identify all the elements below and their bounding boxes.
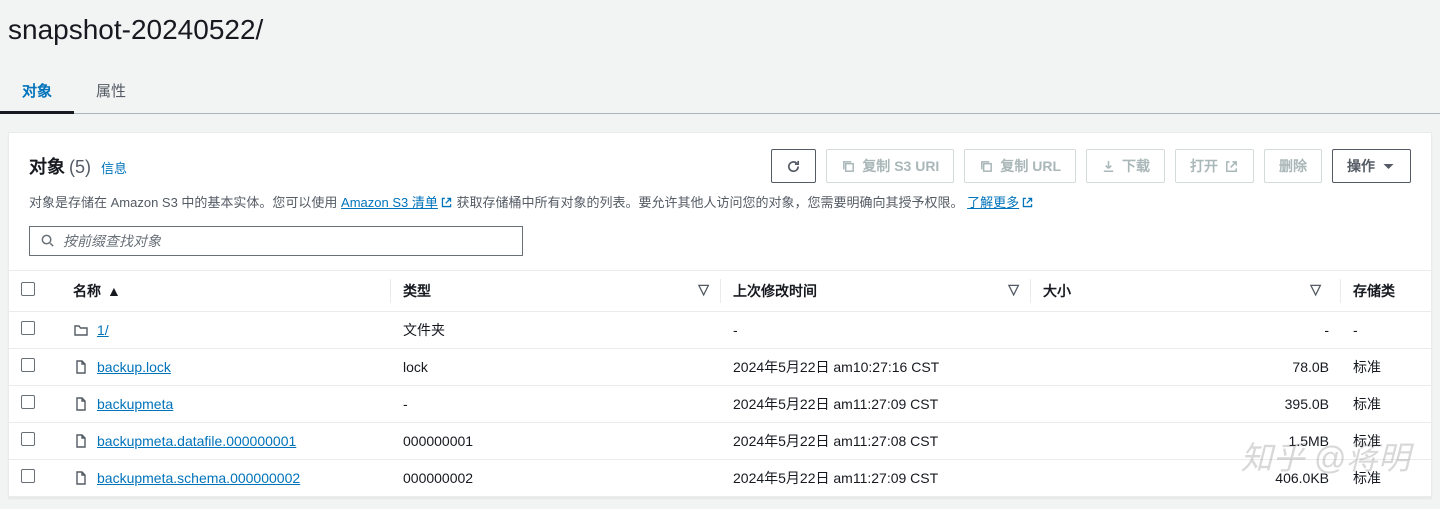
download-icon: [1101, 159, 1116, 174]
actions-button[interactable]: 操作: [1332, 149, 1411, 183]
select-all-checkbox[interactable]: [21, 282, 35, 296]
object-link[interactable]: 1/: [97, 322, 109, 338]
table-row: backupmeta.datafile.000000001 00000000120…: [9, 422, 1431, 459]
cell-size: 78.0B: [1031, 348, 1341, 385]
page-title: snapshot-20240522/: [0, 0, 1440, 52]
s3-inventory-link[interactable]: Amazon S3 清单: [341, 195, 453, 210]
col-type[interactable]: 类型▽: [391, 270, 721, 311]
open-button[interactable]: 打开: [1175, 149, 1254, 183]
cell-modified: 2024年5月22日 am11:27:08 CST: [721, 422, 1031, 459]
caret-down-icon: [1381, 159, 1396, 174]
toolbar: 复制 S3 URI 复制 URL 下载 打开 删除 操作: [771, 149, 1411, 183]
cell-modified: 2024年5月22日 am11:27:09 CST: [721, 459, 1031, 496]
panel-title: 对象 (5) 信息: [29, 153, 127, 179]
tab-bar: 对象 属性: [0, 70, 1440, 114]
table-row: backupmeta -2024年5月22日 am11:27:09 CST395.…: [9, 385, 1431, 422]
row-checkbox[interactable]: [21, 321, 35, 335]
cell-modified: 2024年5月22日 am11:27:09 CST: [721, 385, 1031, 422]
search-icon: [40, 233, 55, 248]
cell-storage: -: [1341, 311, 1431, 348]
cell-size: 1.5MB: [1031, 422, 1341, 459]
desc-text-1: 对象是存储在 Amazon S3 中的基本实体。您可以使用: [29, 195, 341, 210]
delete-label: 删除: [1279, 156, 1307, 176]
table-row: 1/文件夹---: [9, 311, 1431, 348]
col-size[interactable]: ▽大小: [1031, 270, 1341, 311]
cell-type: 000000002: [391, 459, 721, 496]
refresh-button[interactable]: [771, 149, 816, 183]
external-icon: [1021, 196, 1034, 209]
filter-icon[interactable]: ▽: [1310, 281, 1321, 297]
cell-storage: 标准: [1341, 385, 1431, 422]
panel-description: 对象是存储在 Amazon S3 中的基本实体。您可以使用 Amazon S3 …: [9, 189, 1431, 226]
sort-asc-icon: ▲: [107, 283, 121, 299]
cell-storage: 标准: [1341, 348, 1431, 385]
folder-icon: [73, 322, 89, 338]
file-icon: [73, 470, 89, 486]
objects-table: 名称▲ 类型▽ 上次修改时间▽ ▽大小 存储类 1/文件夹---backup.l…: [9, 270, 1431, 497]
table-row: backup.lock lock2024年5月22日 am10:27:16 CST…: [9, 348, 1431, 385]
search-input[interactable]: [63, 233, 512, 249]
row-checkbox[interactable]: [21, 432, 35, 446]
cell-modified: -: [721, 311, 1031, 348]
cell-storage: 标准: [1341, 422, 1431, 459]
cell-size: 406.0KB: [1031, 459, 1341, 496]
search-box[interactable]: [29, 226, 523, 256]
copy-s3-label: 复制 S3 URI: [862, 156, 939, 176]
copy-icon: [841, 159, 856, 174]
copy-icon: [979, 159, 994, 174]
filter-icon[interactable]: ▽: [1008, 281, 1019, 298]
col-modified[interactable]: 上次修改时间▽: [721, 270, 1031, 311]
desc-text-2: 获取存储桶中所有对象的列表。要允许其他人访问您的对象，您需要明确向其授予权限。: [457, 195, 964, 210]
refresh-icon: [786, 159, 801, 174]
external-icon: [440, 196, 453, 209]
cell-modified: 2024年5月22日 am10:27:16 CST: [721, 348, 1031, 385]
col-name[interactable]: 名称▲: [61, 270, 391, 311]
cell-type: 000000001: [391, 422, 721, 459]
info-link[interactable]: 信息: [101, 158, 127, 177]
row-checkbox[interactable]: [21, 469, 35, 483]
cell-type: 文件夹: [391, 311, 721, 348]
cell-type: lock: [391, 348, 721, 385]
file-icon: [73, 359, 89, 375]
cell-size: -: [1031, 311, 1341, 348]
open-label: 打开: [1190, 156, 1218, 176]
row-checkbox[interactable]: [21, 358, 35, 372]
object-link[interactable]: backupmeta.schema.000000002: [97, 470, 300, 486]
cell-storage: 标准: [1341, 459, 1431, 496]
object-link[interactable]: backupmeta: [97, 396, 173, 412]
download-button[interactable]: 下载: [1086, 149, 1165, 183]
file-icon: [73, 433, 89, 449]
copy-url-button[interactable]: 复制 URL: [964, 149, 1076, 183]
filter-icon[interactable]: ▽: [698, 281, 709, 298]
file-icon: [73, 396, 89, 412]
copy-s3-uri-button[interactable]: 复制 S3 URI: [826, 149, 954, 183]
download-label: 下载: [1122, 156, 1150, 176]
tab-properties[interactable]: 属性: [74, 70, 148, 113]
copy-url-label: 复制 URL: [1000, 156, 1061, 176]
row-checkbox[interactable]: [21, 395, 35, 409]
tab-objects[interactable]: 对象: [0, 70, 74, 114]
external-icon: [1224, 159, 1239, 174]
object-count: (5): [69, 157, 91, 178]
col-storage[interactable]: 存储类: [1341, 270, 1431, 311]
objects-panel: 对象 (5) 信息 复制 S3 URI 复制 URL 下载 打开: [8, 132, 1432, 498]
table-row: backupmeta.schema.000000002 0000000022024…: [9, 459, 1431, 496]
cell-type: -: [391, 385, 721, 422]
delete-button[interactable]: 删除: [1264, 149, 1322, 183]
learn-more-link[interactable]: 了解更多: [967, 195, 1034, 210]
cell-size: 395.0B: [1031, 385, 1341, 422]
panel-title-text: 对象: [29, 153, 65, 179]
object-link[interactable]: backupmeta.datafile.000000001: [97, 433, 296, 449]
object-link[interactable]: backup.lock: [97, 359, 171, 375]
actions-label: 操作: [1347, 156, 1375, 176]
